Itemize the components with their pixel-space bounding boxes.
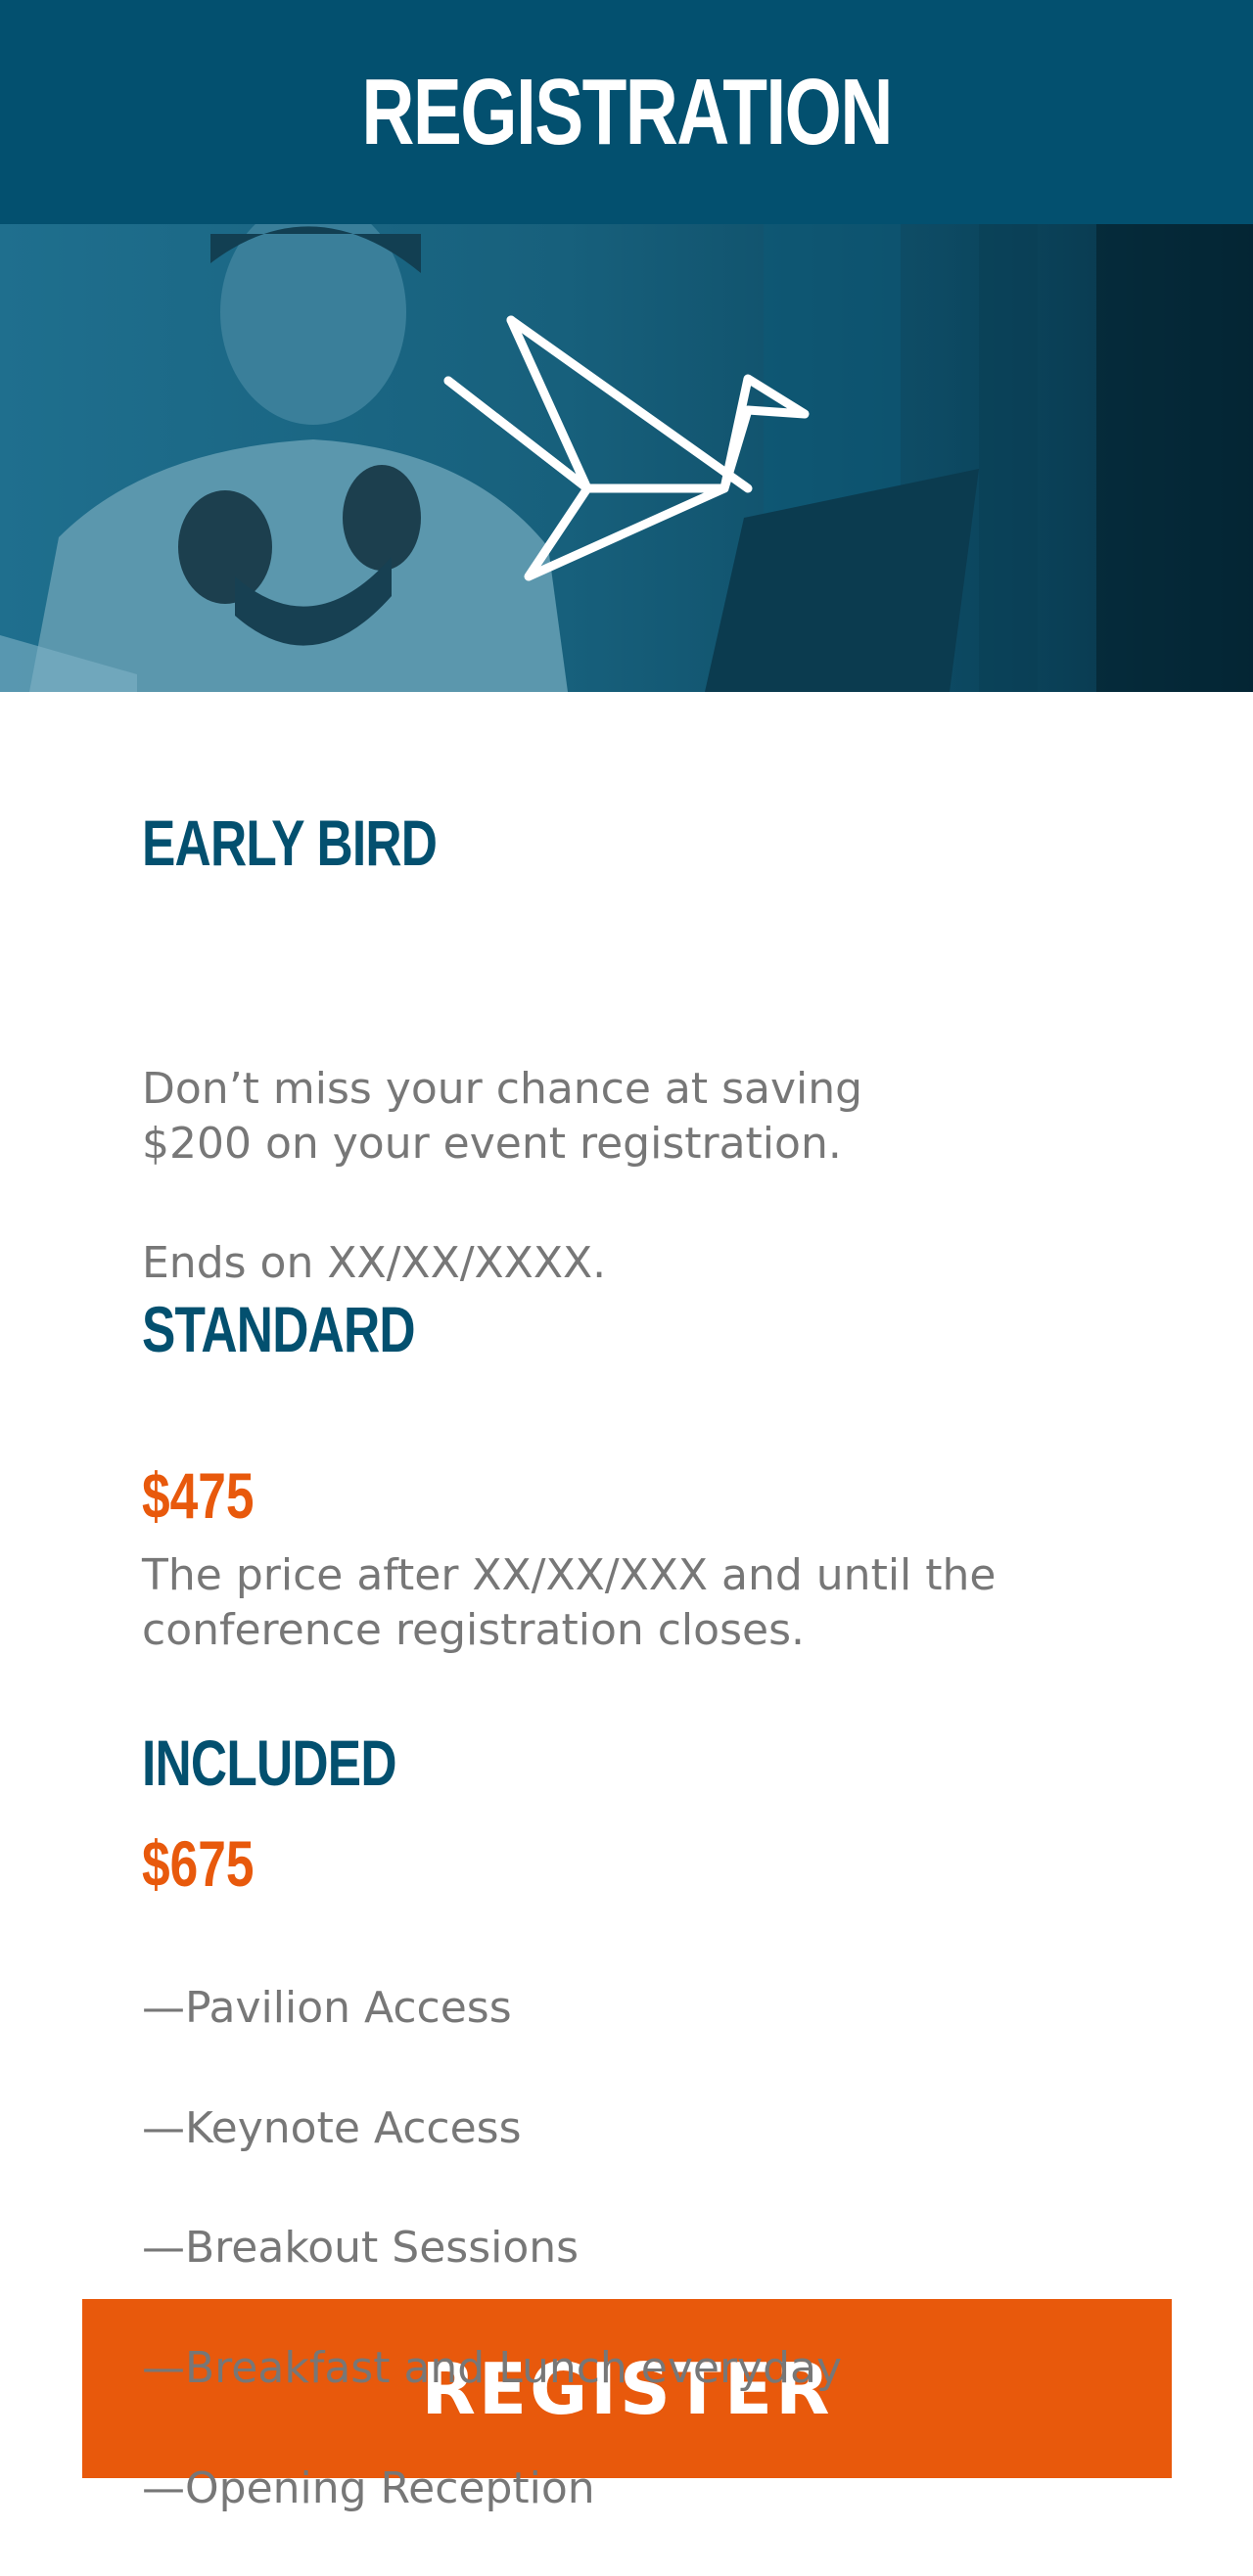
- list-item: —Opening Reception: [142, 2463, 595, 2513]
- standard-heading: STANDARD: [142, 1293, 416, 1365]
- early-bird-heading: EARLY BIRD: [142, 806, 438, 879]
- hero-photo: [0, 224, 1253, 692]
- included-heading: INCLUDED: [142, 1726, 397, 1799]
- list-item: —Pavilion Access: [142, 1983, 512, 2033]
- page-title: REGISTRATION: [361, 59, 893, 164]
- early-bird-description: Don’t miss your chance at saving $200 on…: [142, 1064, 863, 1169]
- list-item: —Breakfast and Lunch everyday: [142, 2343, 843, 2393]
- standard-price: $475: [142, 1459, 255, 1532]
- hero-banner: [0, 224, 1253, 692]
- standard-description: The price after XX/XX/XXX and until the …: [142, 1550, 997, 1655]
- included-price: $675: [142, 1827, 255, 1900]
- list-item: —Keynote Access: [142, 2103, 522, 2153]
- list-item: —Breakout Sessions: [142, 2223, 580, 2273]
- early-bird-end-date: Ends on XX/XX/XXXX.: [142, 1238, 607, 1288]
- page-header: REGISTRATION: [0, 0, 1253, 224]
